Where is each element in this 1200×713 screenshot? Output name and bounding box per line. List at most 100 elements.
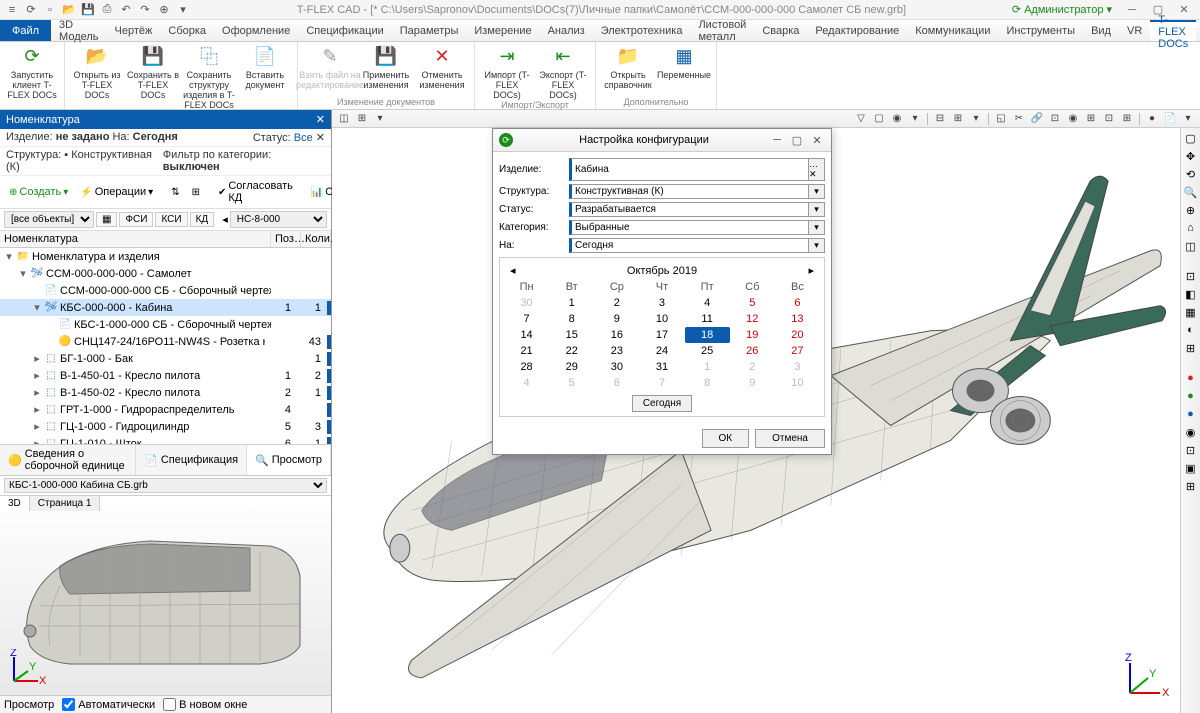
cal-day[interactable]: 1 — [549, 295, 594, 311]
cal-day[interactable]: 2 — [730, 359, 775, 375]
rtool-icon[interactable]: ● — [1183, 406, 1199, 422]
cal-day[interactable]: 31 — [639, 359, 684, 375]
more-icon[interactable]: ▾ — [175, 2, 191, 18]
dialog-field-4[interactable] — [569, 238, 809, 253]
menu-tab[interactable]: Спецификации — [298, 20, 391, 41]
vtool-icon[interactable]: ⊞ — [950, 112, 966, 126]
menu-tab[interactable]: Чертёж — [107, 20, 161, 41]
tree-row[interactable]: ▸⬚ГЦ-1-000 - Гидроцилиндр53 — [0, 418, 331, 435]
field-dropdown-icon[interactable]: ▾ — [809, 184, 825, 199]
tree-row[interactable]: ▾🛩КБС-000-000 - Кабина11 — [0, 299, 331, 316]
cal-day[interactable]: 24 — [639, 343, 684, 359]
cal-day[interactable]: 29 — [549, 359, 594, 375]
vtool-icon[interactable]: ◉ — [1065, 112, 1081, 126]
hc-select[interactable]: НС-8-000 — [230, 211, 327, 228]
cal-day[interactable]: 5 — [730, 295, 775, 311]
save-struct-button[interactable]: ⿻Сохранить структуру изделия в T-FLEX DO… — [183, 44, 235, 110]
preview-3d[interactable]: 3D Страница 1 Z X Y — [0, 495, 331, 695]
cal-day[interactable]: 6 — [594, 375, 639, 391]
save-icon[interactable]: 💾 — [80, 2, 96, 18]
btab-view[interactable]: 🔍Просмотр — [247, 445, 331, 475]
btab-info[interactable]: 🟡Сведения о сборочной единице — [0, 445, 136, 475]
cal-day[interactable]: 21 — [504, 343, 549, 359]
cal-day[interactable]: 30 — [504, 295, 549, 311]
menu-tab[interactable]: Электротехника — [593, 20, 691, 41]
vtool-icon[interactable]: ✂ — [1011, 112, 1027, 126]
tree-row[interactable]: ▸⬚БГ-1-000 - Бак1 — [0, 350, 331, 367]
menu-tab[interactable]: VR — [1119, 20, 1150, 41]
cal-day[interactable]: 8 — [685, 375, 730, 391]
vtool-icon[interactable]: ⊞ — [1119, 112, 1135, 126]
cal-day[interactable]: 19 — [730, 327, 775, 343]
cal-day[interactable]: 4 — [504, 375, 549, 391]
menu-tab[interactable]: ЧПУ — [1196, 20, 1200, 41]
rtool-icon[interactable]: ⊞ — [1183, 340, 1199, 356]
cal-day[interactable]: 1 — [685, 359, 730, 375]
redo-icon[interactable]: ↷ — [137, 2, 153, 18]
cal-day[interactable]: 25 — [685, 343, 730, 359]
dialog-field-1[interactable] — [569, 184, 809, 199]
cancel-ch-button[interactable]: ✕Отменить изменения — [416, 44, 468, 90]
rtool-icon[interactable]: 🔍 — [1183, 184, 1199, 200]
vtool-icon[interactable]: ▾ — [372, 112, 388, 126]
menu-tab[interactable]: Оформление — [214, 20, 298, 41]
cal-day[interactable]: 10 — [639, 311, 684, 327]
cal-day[interactable]: 22 — [549, 343, 594, 359]
chip-kd[interactable]: КД — [190, 212, 215, 227]
cal-day[interactable]: 17 — [639, 327, 684, 343]
cal-day[interactable]: 8 — [549, 311, 594, 327]
rtool-icon[interactable]: ◧ — [1183, 286, 1199, 302]
export-button[interactable]: ⇤Экспорт (T-FLEX DOCs) — [537, 44, 589, 100]
vtool-icon[interactable]: ⊞ — [354, 112, 370, 126]
rtool-icon[interactable]: ◉ — [1183, 424, 1199, 440]
cal-today-button[interactable]: Сегодня — [632, 395, 692, 412]
dialog-field-0[interactable] — [569, 158, 809, 181]
insert-doc-button[interactable]: 📄Вставить документ — [239, 44, 291, 110]
cal-day[interactable]: 9 — [730, 375, 775, 391]
vtool-icon[interactable]: ● — [1144, 112, 1160, 126]
panel-close-icon[interactable]: ✕ — [316, 113, 325, 126]
filter-objects[interactable]: [все объекты] — [4, 211, 94, 228]
zoom-icon[interactable]: ⊕ — [156, 2, 172, 18]
tab-page1[interactable]: Страница 1 — [30, 496, 101, 511]
left-icon[interactable]: ◂ — [222, 213, 228, 226]
rtool-icon[interactable]: ▦ — [1183, 304, 1199, 320]
menu-tab[interactable]: Вид — [1083, 20, 1119, 41]
tree-row[interactable]: 📄ССМ-000-000-000 СБ - Сборочный чертеж — [0, 282, 331, 299]
vtool-icon[interactable]: ▾ — [907, 112, 923, 126]
cal-day[interactable]: 16 — [594, 327, 639, 343]
vtool-icon[interactable]: ◫ — [336, 112, 352, 126]
tree-row[interactable]: ▸⬚В-1-450-02 - Кресло пилота21 — [0, 384, 331, 401]
dialog-ok-button[interactable]: ОК — [702, 429, 750, 448]
new-icon[interactable]: ▫ — [42, 2, 58, 18]
tool-icon[interactable]: ⊞ — [187, 185, 205, 200]
rtool-icon[interactable]: ⌂ — [1183, 220, 1199, 236]
rtool-icon[interactable]: ⊡ — [1183, 442, 1199, 458]
menu-tab[interactable]: Коммуникации — [907, 20, 998, 41]
rtool-icon[interactable]: ◐ — [1183, 322, 1199, 338]
cal-day[interactable]: 28 — [504, 359, 549, 375]
cal-day[interactable]: 15 — [549, 327, 594, 343]
vtool-icon[interactable]: ▾ — [968, 112, 984, 126]
cal-prev-icon[interactable]: ◂ — [504, 264, 522, 277]
file-menu[interactable]: Файл — [0, 20, 51, 41]
menu-icon[interactable]: ≡ — [4, 2, 20, 18]
refresh-icon[interactable]: ⟳ — [23, 2, 39, 18]
menu-tab[interactable]: T-FLEX DOCs — [1150, 20, 1196, 41]
operations-button[interactable]: ⚡ Операции ▾ — [75, 184, 158, 200]
vtool-icon[interactable]: 🔗 — [1029, 112, 1045, 126]
field-clear-icon[interactable]: … ✕ — [809, 158, 825, 181]
menu-tab[interactable]: Параметры — [392, 20, 467, 41]
cal-day[interactable]: 3 — [775, 359, 820, 375]
cal-day[interactable]: 13 — [775, 311, 820, 327]
cal-day[interactable]: 9 — [594, 311, 639, 327]
cal-day[interactable]: 2 — [594, 295, 639, 311]
take-edit-button[interactable]: ✎Взять файл на редактирование — [304, 44, 356, 90]
tab-3d[interactable]: 3D — [0, 496, 30, 511]
open-from-button[interactable]: 📂Открыть из T-FLEX DOCs — [71, 44, 123, 110]
field-dropdown-icon[interactable]: ▾ — [809, 220, 825, 235]
dialog-maximize-icon[interactable]: ▢ — [789, 134, 805, 147]
menu-tab[interactable]: Сборка — [160, 20, 214, 41]
cal-day[interactable]: 26 — [730, 343, 775, 359]
menu-tab[interactable]: Анализ — [540, 20, 593, 41]
